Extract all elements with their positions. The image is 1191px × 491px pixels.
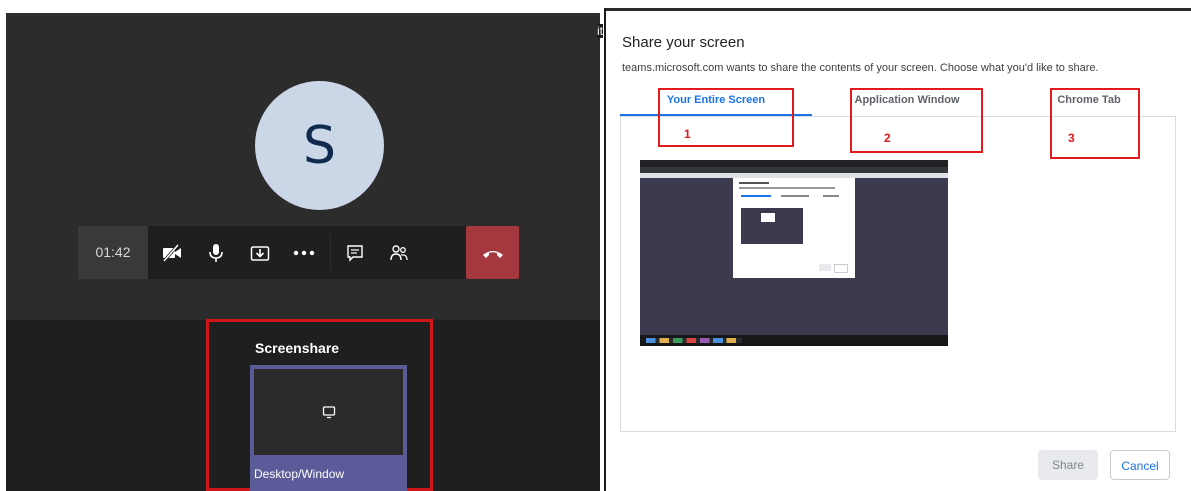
camera-toggle-button[interactable] [152, 226, 192, 279]
hangup-icon [482, 250, 503, 258]
annotation-box-3 [1050, 88, 1140, 159]
participants-button[interactable] [379, 226, 419, 279]
more-actions-button[interactable] [284, 226, 324, 279]
share-tile-preview [254, 369, 403, 455]
share-tray-icon [250, 245, 270, 261]
annotation-number-2: 2 [884, 131, 891, 145]
screenshare-title: Screenshare [255, 340, 340, 356]
annotation-number-3: 3 [1068, 131, 1075, 145]
mic-icon [209, 243, 223, 262]
call-timer: 01:42 [78, 226, 148, 279]
window-edge-fragment: it [597, 24, 603, 38]
participant-avatar: S [255, 81, 384, 210]
control-divider [330, 234, 331, 271]
share-tray-button[interactable] [240, 226, 280, 279]
avatar-initial: S [302, 115, 336, 176]
thumbnail-inner-screen [741, 208, 803, 244]
annotation-box-2 [850, 88, 983, 153]
share-button[interactable]: Share [1038, 450, 1098, 480]
thumbnail-taskbar [640, 335, 948, 346]
entire-screen-thumbnail[interactable] [640, 160, 948, 346]
thumbnail-dialog [733, 178, 855, 278]
participants-icon [390, 244, 408, 260]
video-off-icon [162, 243, 181, 262]
mic-toggle-button[interactable] [196, 226, 236, 279]
chat-button[interactable] [335, 226, 375, 279]
monitor-icon [322, 406, 335, 419]
teams-call-window: S 01:42 Screenshare Desktop/Window [6, 13, 600, 491]
call-control-bar: 01:42 [78, 226, 519, 279]
annotation-box-1 [658, 88, 794, 147]
thumbnail-titlebar [640, 160, 948, 167]
dialog-title: Share your screen [622, 34, 745, 51]
dialog-top-strip [606, 8, 1191, 11]
hang-up-button[interactable] [466, 226, 519, 279]
cancel-button[interactable]: Cancel [1110, 450, 1170, 480]
share-tile-label: Desktop/Window [254, 467, 345, 481]
share-screen-dialog: Share your screen teams.microsoft.com wa… [604, 8, 1191, 491]
dialog-subtitle: teams.microsoft.com wants to share the c… [622, 62, 1099, 74]
more-icon [293, 250, 315, 255]
annotation-number-1: 1 [684, 127, 691, 141]
chat-icon [347, 244, 363, 262]
desktop-window-share-tile[interactable]: Desktop/Window [250, 365, 407, 491]
